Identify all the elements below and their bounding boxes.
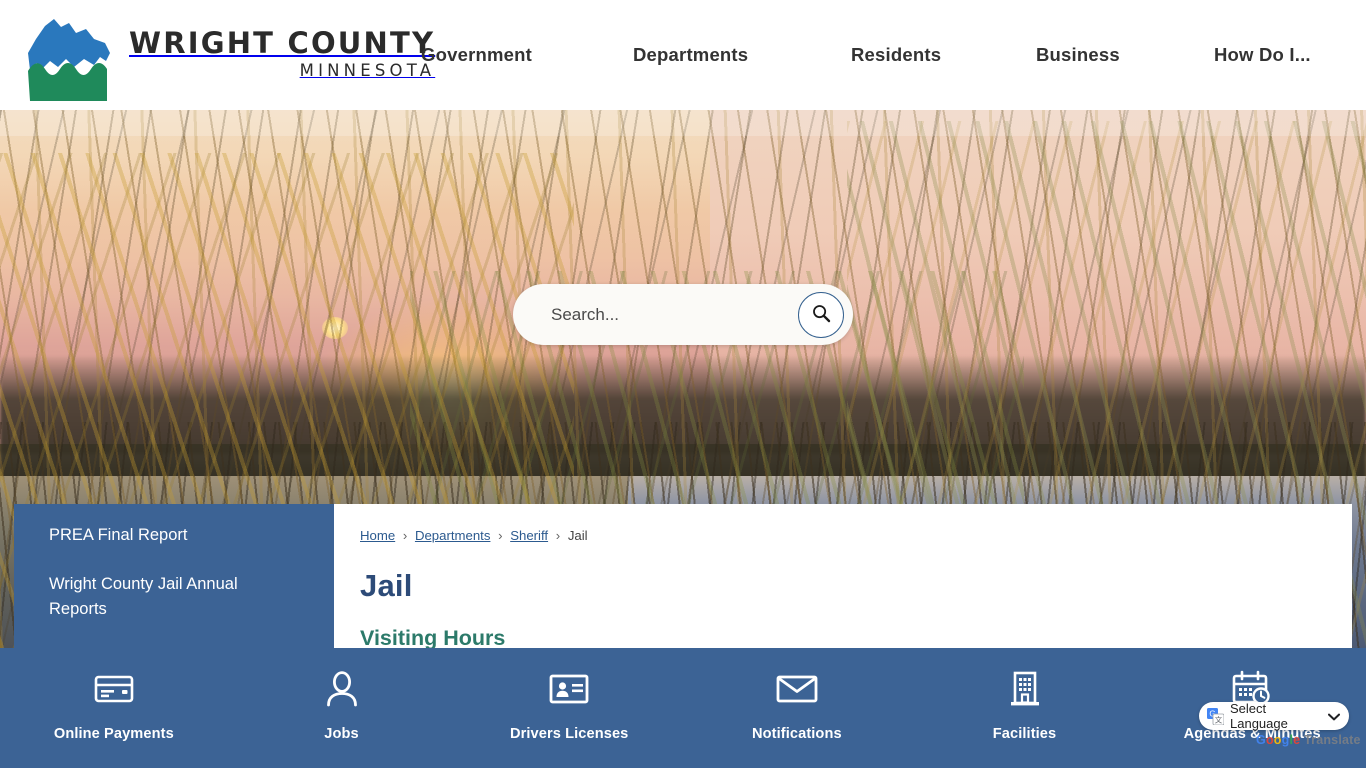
language-selector[interactable]: G 文 Select Language (1199, 701, 1349, 731)
breadcrumb-separator: › (498, 528, 503, 543)
site-header: WRIGHT COUNTY MINNESOTA Government Depar… (0, 0, 1366, 110)
gt-brand-char: G (1256, 733, 1266, 747)
credit-card-icon (94, 666, 134, 712)
quicklink-online-payments[interactable]: Online Payments (0, 648, 228, 768)
quicklinks-bar: Online Payments Jobs Drivers Licenses No… (0, 648, 1366, 768)
breadcrumb-separator: › (402, 528, 408, 543)
breadcrumb-separator: › (555, 528, 561, 543)
hero-top-haze (0, 110, 1366, 136)
quicklink-notifications[interactable]: Notifications (683, 648, 911, 768)
page-root: WRIGHT COUNTY MINNESOTA Government Depar… (0, 0, 1366, 768)
breadcrumb-link-sheriff[interactable]: Sheriff (510, 528, 548, 543)
wright-county-seal-icon (14, 9, 119, 101)
breadcrumb: Home › Departments › Sheriff › Jail (360, 528, 1322, 543)
nav-item-business[interactable]: Business (1034, 38, 1122, 72)
content-panel: PREA Final Report Wright County Jail Ann… (14, 504, 1352, 648)
quicklink-facilities[interactable]: Facilities (911, 648, 1139, 768)
nav-item-government[interactable]: Government (419, 38, 534, 72)
site-search (513, 284, 853, 345)
svg-text:文: 文 (1215, 715, 1223, 724)
sidebar-item-prea-final-report[interactable]: PREA Final Report (49, 523, 299, 548)
google-translate-brand: Google Translate (1256, 733, 1361, 747)
chevron-down-icon (1327, 709, 1341, 724)
person-icon (325, 666, 359, 712)
envelope-icon (776, 666, 818, 712)
breadcrumb-link-home[interactable]: Home (360, 528, 395, 543)
logo-wordmark: WRIGHT COUNTY MINNESOTA (129, 29, 435, 80)
nav-item-departments[interactable]: Departments (631, 38, 750, 72)
quicklink-label: Notifications (752, 726, 842, 742)
quicklink-jobs[interactable]: Jobs (228, 648, 456, 768)
quicklink-drivers-licenses[interactable]: Drivers Licenses (455, 648, 683, 768)
sidebar-item-jail-annual-reports[interactable]: Wright County Jail Annual Reports (49, 572, 299, 622)
section-heading-visiting-hours: Visiting Hours (360, 626, 506, 648)
gt-brand-word: Translate (1300, 733, 1361, 747)
nav-item-residents[interactable]: Residents (849, 38, 943, 72)
gt-brand-char: o (1273, 733, 1282, 747)
main-content: Home › Departments › Sheriff › Jail Jail… (334, 504, 1352, 648)
site-logo-link[interactable]: WRIGHT COUNTY MINNESOTA (14, 7, 433, 102)
google-translate-icon: G 文 (1207, 707, 1225, 725)
id-card-icon (549, 666, 589, 712)
breadcrumb-link-departments[interactable]: Departments (415, 528, 491, 543)
quicklink-label: Online Payments (53, 726, 174, 742)
language-selector-label: Select Language (1230, 701, 1288, 731)
page-title: Jail (360, 568, 413, 603)
breadcrumb-current: Jail (567, 528, 588, 543)
building-icon (1008, 666, 1042, 712)
logo-title: WRIGHT COUNTY (129, 26, 436, 61)
page-sidebar: PREA Final Report Wright County Jail Ann… (14, 504, 334, 648)
quicklink-label: Drivers Licenses (509, 726, 629, 742)
main-navigation: Government Departments Residents Busines… (400, 0, 1366, 110)
search-submit-button[interactable] (798, 291, 844, 338)
gt-brand-char: o (1265, 733, 1274, 747)
search-input[interactable] (513, 284, 798, 345)
quicklink-label: Facilities (992, 726, 1057, 742)
search-icon (811, 303, 831, 326)
quicklink-label: Jobs (324, 726, 359, 742)
nav-item-how-do-i[interactable]: How Do I... (1212, 38, 1313, 72)
